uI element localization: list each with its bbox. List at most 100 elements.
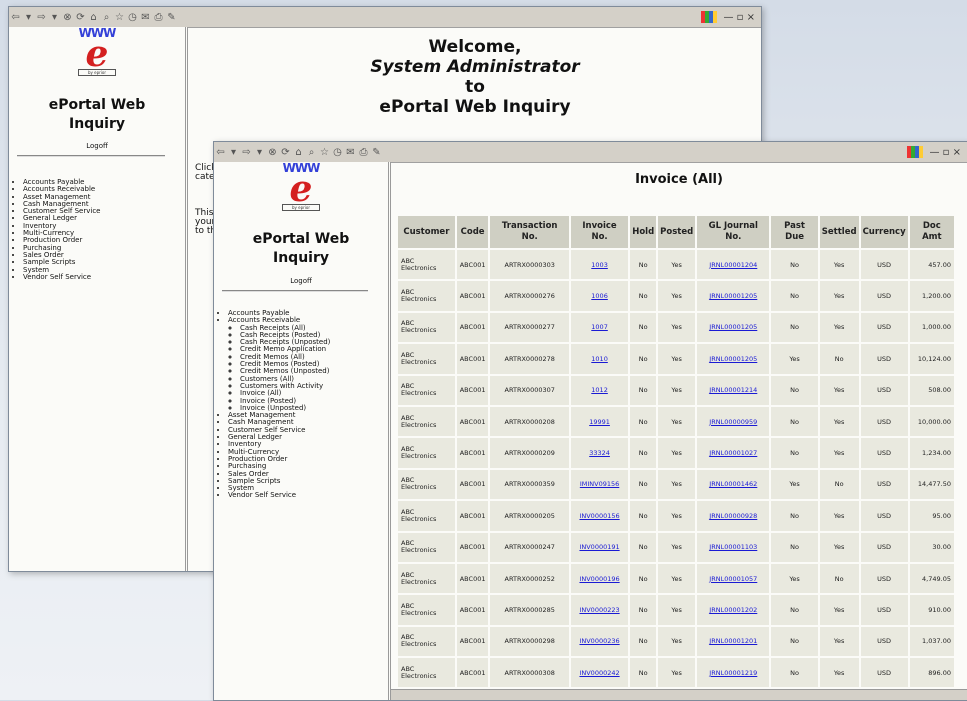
table-cell: No bbox=[771, 595, 818, 625]
search-icon[interactable]: ⌕ bbox=[305, 147, 318, 158]
dropdown-icon[interactable]: ▾ bbox=[22, 12, 35, 23]
invoice-link[interactable]: 19991 bbox=[589, 418, 610, 426]
invoice-link[interactable]: 1010 bbox=[591, 355, 608, 363]
dropdown-icon[interactable]: ▾ bbox=[253, 147, 266, 158]
dropdown-icon[interactable]: ▾ bbox=[48, 12, 61, 23]
gl-journal-link[interactable]: JRNL00001202 bbox=[709, 606, 757, 614]
invoice-link[interactable]: 33324 bbox=[589, 449, 610, 457]
table-cell: JRNL00001103 bbox=[697, 532, 770, 562]
invoice-link[interactable]: 1012 bbox=[591, 386, 608, 394]
table-cell: JRNL00001204 bbox=[697, 250, 770, 280]
invoice-link[interactable]: INV0000242 bbox=[579, 669, 619, 677]
table-cell: No bbox=[630, 312, 657, 343]
stop-icon[interactable]: ⊗ bbox=[266, 147, 279, 158]
table-cell: ABC001 bbox=[456, 406, 489, 437]
table-cell: USD bbox=[860, 626, 908, 657]
logoff-link[interactable]: Logoff bbox=[9, 142, 185, 150]
print-icon[interactable]: ⎙ bbox=[357, 147, 370, 158]
logo-byline: by eprior bbox=[78, 69, 116, 76]
table-cell: Yes bbox=[658, 501, 696, 531]
gl-journal-link[interactable]: JRNL00001462 bbox=[709, 480, 757, 488]
favorites-icon[interactable]: ☆ bbox=[113, 12, 126, 23]
invoice-link[interactable]: INV0000156 bbox=[579, 512, 619, 520]
table-cell: Yes bbox=[819, 595, 859, 625]
table-cell: ABC Electronics bbox=[398, 501, 455, 531]
back-arrow-icon[interactable]: ⇦ bbox=[214, 147, 227, 158]
window-controls[interactable]: — ▫ × bbox=[929, 147, 961, 158]
history-icon[interactable]: ◷ bbox=[331, 147, 344, 158]
table-cell: ABC001 bbox=[456, 250, 489, 280]
welcome-app-name: ePortal Web Inquiry bbox=[379, 97, 571, 117]
column-header: Doc Amt bbox=[909, 216, 954, 248]
eportal-logo: WWW e by eprior bbox=[78, 27, 116, 76]
table-cell: ABC Electronics bbox=[398, 563, 455, 594]
gl-journal-link[interactable]: JRNL00001219 bbox=[709, 669, 757, 677]
table-cell: ABC001 bbox=[456, 532, 489, 562]
table-cell: ABC001 bbox=[456, 375, 489, 405]
gl-journal-link[interactable]: JRNL00001103 bbox=[709, 543, 757, 551]
edit-icon[interactable]: ✎ bbox=[370, 147, 383, 158]
gl-journal-link[interactable]: JRNL00001204 bbox=[709, 261, 757, 269]
invoice-link[interactable]: 1006 bbox=[591, 292, 608, 300]
table-cell: JRNL00000928 bbox=[697, 501, 770, 531]
history-icon[interactable]: ◷ bbox=[126, 12, 139, 23]
logoff-link[interactable]: Logoff bbox=[214, 277, 388, 285]
favorites-icon[interactable]: ☆ bbox=[318, 147, 331, 158]
invoice-link[interactable]: 1003 bbox=[591, 261, 608, 269]
invoice-link[interactable]: IMINV09156 bbox=[580, 480, 619, 488]
table-cell: Yes bbox=[658, 344, 696, 374]
refresh-icon[interactable]: ⟳ bbox=[74, 12, 87, 23]
divider bbox=[17, 155, 165, 157]
logo-e-mark: e bbox=[85, 33, 109, 75]
home-icon[interactable]: ⌂ bbox=[292, 147, 305, 158]
invoice-link[interactable]: 1007 bbox=[591, 323, 608, 331]
stop-icon[interactable]: ⊗ bbox=[61, 12, 74, 23]
mail-icon[interactable]: ✉ bbox=[139, 12, 152, 23]
gl-journal-link[interactable]: JRNL00001205 bbox=[709, 292, 757, 300]
portal-title: ePortal Web Inquiry bbox=[252, 231, 350, 266]
column-header: Hold bbox=[630, 216, 657, 248]
forward-arrow-icon[interactable]: ⇨ bbox=[240, 147, 253, 158]
gl-journal-link[interactable]: JRNL00000959 bbox=[709, 418, 757, 426]
gl-journal-link[interactable]: JRNL00001057 bbox=[709, 575, 757, 583]
gl-journal-link[interactable]: JRNL00001205 bbox=[709, 323, 757, 331]
table-cell: ABC001 bbox=[456, 438, 489, 468]
table-cell: No bbox=[630, 626, 657, 657]
nav-item[interactable]: Vendor Self Service bbox=[23, 273, 100, 281]
edit-icon[interactable]: ✎ bbox=[165, 12, 178, 23]
table-row: ABC Electronics ABC001 ARTRX0000278 1010 No Y… bbox=[398, 344, 954, 374]
table-cell: ARTRX0000247 bbox=[490, 532, 569, 562]
dropdown-icon[interactable]: ▾ bbox=[227, 147, 240, 158]
home-icon[interactable]: ⌂ bbox=[87, 12, 100, 23]
refresh-icon[interactable]: ⟳ bbox=[279, 147, 292, 158]
column-header: Transaction No. bbox=[490, 216, 569, 248]
invoice-link[interactable]: INV0000236 bbox=[579, 637, 619, 645]
print-icon[interactable]: ⎙ bbox=[152, 12, 165, 23]
invoice-link[interactable]: INV0000223 bbox=[579, 606, 619, 614]
table-cell: IMINV09156 bbox=[570, 469, 629, 500]
gl-journal-link[interactable]: JRNL00001201 bbox=[709, 637, 757, 645]
mail-icon[interactable]: ✉ bbox=[344, 147, 357, 158]
nav-item[interactable]: Vendor Self Service bbox=[228, 492, 330, 500]
table-row: ABC Electronics ABC001 ARTRX0000298 INV0000… bbox=[398, 626, 954, 657]
table-row: ABC Electronics ABC001 ARTRX0000209 33324 No… bbox=[398, 438, 954, 468]
table-cell: USD bbox=[860, 250, 908, 280]
back-arrow-icon[interactable]: ⇦ bbox=[9, 12, 22, 23]
table-cell: Yes bbox=[819, 312, 859, 343]
horizontal-scrollbar[interactable] bbox=[391, 689, 967, 700]
table-cell: Yes bbox=[658, 658, 696, 688]
gl-journal-link[interactable]: JRNL00000928 bbox=[709, 512, 757, 520]
table-cell: ABC Electronics bbox=[398, 626, 455, 657]
invoice-link[interactable]: INV0000196 bbox=[579, 575, 619, 583]
forward-arrow-icon[interactable]: ⇨ bbox=[35, 12, 48, 23]
invoice-link[interactable]: INV0000191 bbox=[579, 543, 619, 551]
search-icon[interactable]: ⌕ bbox=[100, 12, 113, 23]
table-cell: No bbox=[771, 375, 818, 405]
table-cell: No bbox=[771, 406, 818, 437]
column-header: Past Due bbox=[771, 216, 818, 248]
table-cell: Yes bbox=[819, 501, 859, 531]
gl-journal-link[interactable]: JRNL00001027 bbox=[709, 449, 757, 457]
window-controls[interactable]: — ▫ × bbox=[723, 12, 755, 23]
gl-journal-link[interactable]: JRNL00001205 bbox=[709, 355, 757, 363]
gl-journal-link[interactable]: JRNL00001214 bbox=[709, 386, 757, 394]
